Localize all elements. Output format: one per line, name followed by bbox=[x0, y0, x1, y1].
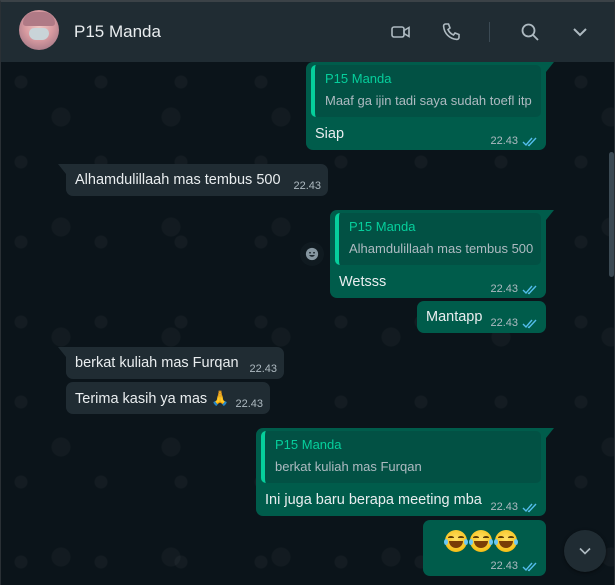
laughing-emoji-icon bbox=[494, 530, 518, 552]
header-divider bbox=[489, 22, 490, 42]
message-time: 22.43 bbox=[249, 363, 277, 375]
quoted-sender: P15 Manda bbox=[275, 437, 342, 452]
read-ticks-icon bbox=[522, 561, 538, 572]
message-meta: 22.43 bbox=[490, 560, 538, 572]
message-time: 22.43 bbox=[235, 398, 263, 410]
message-meta: 22.43 bbox=[490, 135, 538, 147]
emoji-react-icon[interactable] bbox=[300, 242, 324, 266]
message-meta: 22.43 bbox=[235, 398, 263, 410]
message-text: Mantapp bbox=[426, 309, 483, 325]
voice-call-icon[interactable] bbox=[439, 20, 463, 44]
quoted-text: Maaf ga ijin tadi saya sudah toefl itp bbox=[325, 93, 532, 108]
message-meta: 22.43 bbox=[490, 501, 538, 513]
message-bubble-incoming[interactable]: Alhamdulillaah mas tembus 500 22.43 bbox=[58, 164, 328, 196]
message-time: 22.43 bbox=[490, 501, 518, 513]
message-bubble-incoming[interactable]: Terima kasih ya mas 🙏 22.43 bbox=[66, 382, 270, 414]
message-meta: 22.43 bbox=[293, 180, 321, 192]
scrollbar[interactable] bbox=[609, 152, 614, 277]
message-bubble-outgoing[interactable]: Mantapp 22.43 bbox=[417, 301, 546, 333]
search-icon[interactable] bbox=[518, 20, 542, 44]
laughing-emoji-icon bbox=[444, 530, 468, 552]
read-ticks-icon bbox=[522, 284, 538, 295]
message-time: 22.43 bbox=[490, 135, 518, 147]
quoted-text: berkat kuliah mas Furqan bbox=[275, 459, 422, 474]
quoted-message[interactable]: P15 Manda Alhamdulillaah mas tembus 500 bbox=[335, 213, 541, 265]
chat-window: P15 Manda P15 Manda Maaf ga ijin tadi sa… bbox=[0, 0, 615, 585]
read-ticks-icon bbox=[522, 136, 538, 147]
chat-header: P15 Manda bbox=[1, 2, 614, 62]
message-time: 22.43 bbox=[490, 317, 518, 329]
message-time: 22.43 bbox=[490, 560, 518, 572]
message-bubble-incoming[interactable]: berkat kuliah mas Furqan 22.43 bbox=[58, 347, 284, 379]
message-bubble-outgoing[interactable]: P15 Manda Maaf ga ijin tadi saya sudah t… bbox=[306, 62, 554, 150]
chevron-down-icon[interactable] bbox=[568, 20, 592, 44]
scroll-down-button[interactable] bbox=[564, 530, 606, 572]
message-text: berkat kuliah mas Furqan bbox=[75, 355, 239, 371]
quoted-text: Alhamdulillaah mas tembus 500 bbox=[349, 241, 534, 256]
message-bubble-outgoing[interactable]: 😆😆😆 22.43 bbox=[423, 520, 546, 576]
message-meta: 22.43 bbox=[490, 317, 538, 329]
avatar[interactable] bbox=[19, 10, 59, 50]
message-text: Ini juga baru berapa meeting mba bbox=[265, 492, 482, 508]
read-ticks-icon bbox=[522, 318, 538, 329]
video-call-icon[interactable] bbox=[389, 20, 413, 44]
quoted-sender: P15 Manda bbox=[349, 219, 416, 234]
message-bubble-outgoing[interactable]: P15 Manda berkat kuliah mas Furqan Ini j… bbox=[256, 428, 554, 516]
quoted-message[interactable]: P15 Manda Maaf ga ijin tadi saya sudah t… bbox=[311, 65, 541, 117]
message-text: Wetsss bbox=[339, 274, 387, 290]
message-meta: 22.43 bbox=[490, 283, 538, 295]
message-list[interactable]: P15 Manda Maaf ga ijin tadi saya sudah t… bbox=[1, 62, 614, 585]
quoted-sender: P15 Manda bbox=[325, 71, 392, 86]
message-meta: 22.43 bbox=[249, 363, 277, 375]
message-bubble-outgoing[interactable]: P15 Manda Alhamdulillaah mas tembus 500 … bbox=[330, 210, 554, 298]
message-text: Siap bbox=[315, 126, 345, 142]
contact-name[interactable]: P15 Manda bbox=[74, 22, 161, 42]
quoted-message[interactable]: P15 Manda berkat kuliah mas Furqan bbox=[261, 431, 541, 483]
message-text: Alhamdulillaah mas tembus 500 bbox=[75, 172, 281, 188]
message-time: 22.43 bbox=[490, 283, 518, 295]
read-ticks-icon bbox=[522, 502, 538, 513]
message-text: Terima kasih ya mas 🙏 bbox=[75, 391, 230, 407]
message-time: 22.43 bbox=[293, 180, 321, 192]
laughing-emoji-icon bbox=[469, 530, 493, 552]
emoji-row bbox=[444, 530, 518, 552]
chevron-down-icon bbox=[579, 547, 591, 555]
